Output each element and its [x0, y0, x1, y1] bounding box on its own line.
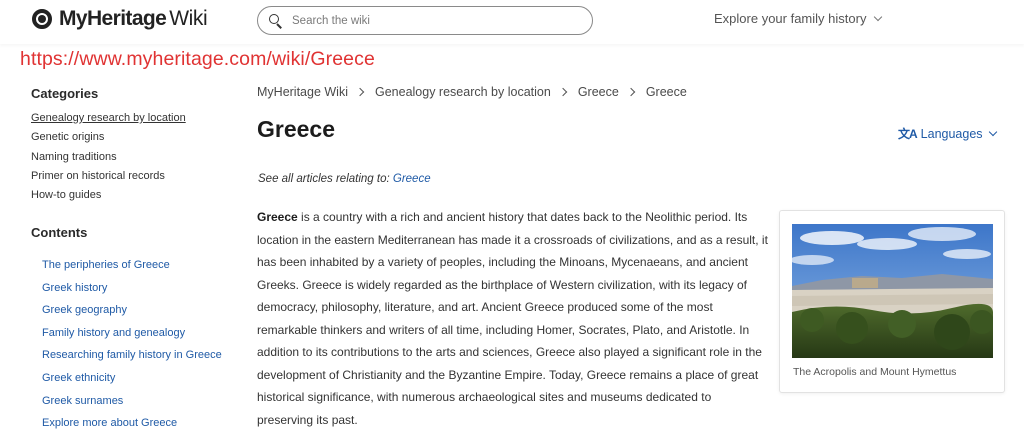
- sidebar: Categories Genealogy research by locatio…: [31, 86, 231, 429]
- breadcrumb-item[interactable]: Greece: [578, 85, 619, 99]
- site-header: MyHeritage Wiki Explore your family hist…: [0, 0, 1024, 44]
- see-all-articles: See all articles relating to: Greece: [258, 173, 431, 185]
- toc-link[interactable]: The peripheries of Greece: [42, 257, 222, 280]
- languages-label: Languages: [920, 126, 983, 141]
- category-item-historical-records[interactable]: Primer on historical records: [31, 167, 231, 186]
- category-item-naming-traditions[interactable]: Naming traditions: [31, 148, 231, 167]
- chevron-down-icon: [988, 127, 997, 136]
- toc-link[interactable]: Greek geography: [42, 302, 222, 325]
- toc-link[interactable]: Researching family history in Greece: [42, 347, 222, 370]
- article-text: is a country with a rich and ancient his…: [257, 210, 768, 427]
- contents-heading: Contents: [31, 225, 88, 240]
- toc-link[interactable]: Greek ethnicity: [42, 370, 222, 393]
- breadcrumb-item-current: Greece: [645, 85, 687, 99]
- chevron-right-icon: [558, 87, 568, 97]
- chevron-right-icon: [355, 87, 365, 97]
- myheritage-logo[interactable]: MyHeritage Wiki: [32, 7, 208, 30]
- category-item-location[interactable]: Genealogy research by location: [31, 109, 231, 128]
- search-box[interactable]: [257, 6, 593, 35]
- see-all-link[interactable]: Greece: [393, 173, 431, 185]
- see-all-prefix: See all articles relating to:: [258, 173, 390, 185]
- url-overlay: https://www.myheritage.com/wiki/Greece: [20, 48, 375, 70]
- languages-dropdown[interactable]: 文A Languages: [898, 125, 997, 142]
- image-caption: The Acropolis and Mount Hymettus: [793, 366, 957, 378]
- search-input[interactable]: [292, 14, 562, 27]
- logo-text: MyHeritage: [59, 7, 167, 30]
- breadcrumb-item[interactable]: Genealogy research by location: [375, 85, 551, 99]
- acropolis-photo[interactable]: [792, 224, 993, 358]
- toc-link[interactable]: Family history and genealogy: [42, 325, 222, 348]
- breadcrumb: MyHeritage Wiki Genealogy research by lo…: [257, 85, 687, 99]
- logo-icon: [32, 8, 58, 30]
- page-title: Greece: [257, 116, 336, 142]
- category-item-how-to-guides[interactable]: How-to guides: [31, 186, 231, 205]
- table-of-contents: The peripheries of Greece Greek history …: [42, 257, 222, 433]
- article-body: Greece is a country with a rich and anci…: [257, 206, 769, 431]
- chevron-down-icon: [874, 12, 883, 21]
- translate-icon: 文A: [898, 127, 918, 141]
- explore-menu[interactable]: Explore your family history: [714, 11, 883, 26]
- article-lead: Greece: [257, 210, 298, 224]
- search-icon[interactable]: [269, 13, 283, 29]
- toc-link[interactable]: Greek history: [42, 280, 222, 303]
- categories-list: Genealogy research by location Genetic o…: [31, 109, 231, 205]
- image-card: The Acropolis and Mount Hymettus: [779, 210, 1005, 393]
- category-item-genetic-origins[interactable]: Genetic origins: [31, 128, 231, 147]
- explore-label: Explore your family history: [714, 11, 867, 26]
- chevron-right-icon: [626, 87, 636, 97]
- toc-link[interactable]: Greek surnames: [42, 393, 222, 416]
- categories-heading: Categories: [31, 86, 99, 101]
- toc-link[interactable]: Explore more about Greece: [42, 415, 222, 433]
- logo-suffix: Wiki: [169, 7, 208, 30]
- breadcrumb-item[interactable]: MyHeritage Wiki: [257, 85, 348, 99]
